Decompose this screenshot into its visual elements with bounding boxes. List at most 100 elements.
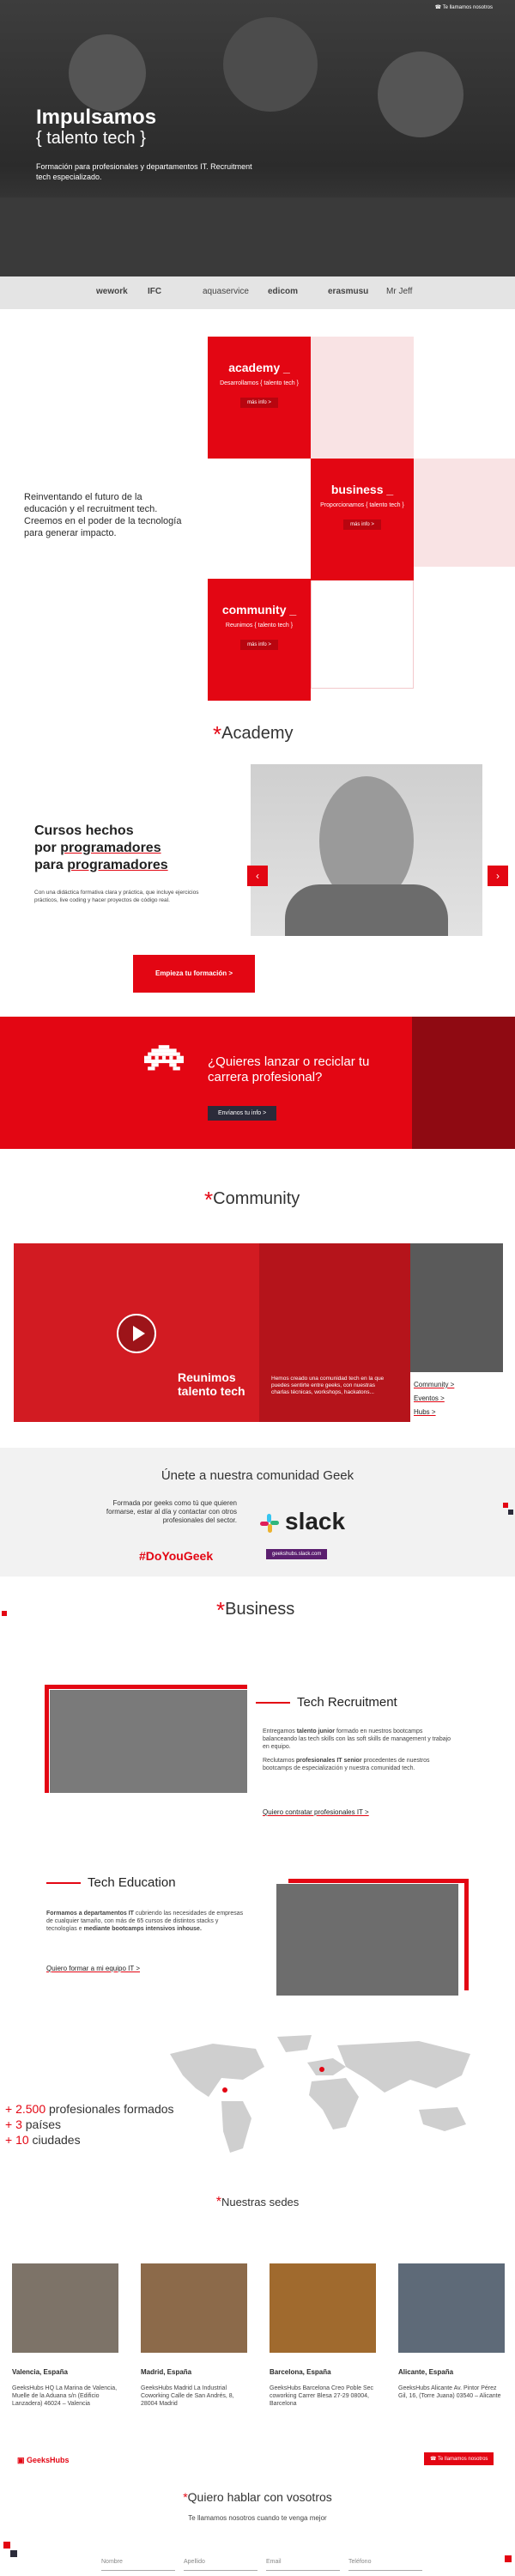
tile-business[interactable]: business _ Proporcionamos { talento tech… [311,459,414,580]
hubs-link[interactable]: Hubs > [414,1408,436,1416]
decor-square [10,2550,17,2557]
office-city: Alicante, España [398,2368,454,2376]
hero-photo-person [223,17,318,112]
tile-academy[interactable]: academy _ Desarrollamos { talento tech }… [208,337,311,459]
academy-heading-label: Academy [221,724,294,743]
client-logo: Mr Jeff [386,287,413,296]
office-card: Madrid, España GeeksHubs Madrid La Indust… [141,2263,247,2408]
office-city: Madrid, España [141,2368,192,2376]
decor-block [412,459,515,567]
community-link[interactable]: Community > [414,1381,454,1388]
client-logo: erasmusu [328,287,369,296]
events-link[interactable]: Eventos > [414,1394,445,1402]
contact-title: *Quiero hablar con vosotros [0,2490,515,2504]
hero-photo-desk [0,197,515,276]
stat-label: países [21,2117,61,2131]
academy-title-line: Cursos hechos [34,823,134,838]
academy-title-emph: programadores [60,841,161,855]
about-section: academy _ Desarrollamos { talento tech }… [0,309,515,704]
decor-square [3,2542,10,2549]
academy-title: Cursos hechos por programadores para pro… [34,823,168,874]
call-us-label: Te llamamos nosotros [442,5,493,10]
decor-block [311,337,414,459]
carousel-next-button[interactable]: › [488,866,508,886]
contact-section: ▣ GeeksHubs ☎ Te llamamos nosotros *Quie… [0,2430,515,2576]
surname-field[interactable]: Apellido [184,2555,258,2571]
stat-number: + 2.500 [5,2102,46,2116]
academy-title-line: para [34,858,68,872]
photo-body [285,884,448,936]
academy-paragraph: Con una didáctica formativa clara y prác… [34,890,199,903]
decor-block [311,567,414,689]
banner-photo [412,1017,515,1149]
asterisk-icon: * [213,721,222,747]
community-text: Hemos creado una comunidad tech en la qu… [271,1376,385,1395]
tile-more-button[interactable]: más info > [240,398,278,408]
offices-heading: *Nuestras sedes [0,2195,515,2210]
office-photo [12,2263,118,2353]
office-address: GeeksHubs HQ La Marina de Valencia, Muel… [12,2385,118,2407]
tile-more-button[interactable]: más info > [343,519,381,530]
start-training-button[interactable]: Empieza tu formación > [133,955,255,993]
business-heading-label: Business [225,1600,295,1619]
logo-text: GeeksHubs [27,2456,70,2464]
call-us-link[interactable]: ☎ Te llamamos nosotros [435,4,493,10]
office-city: Barcelona, España [270,2368,331,2376]
train-team-link[interactable]: Quiero formar a mi equipo IT > [46,1965,140,1972]
tile-title: community _ [221,603,297,617]
space-invader-icon [144,1044,184,1078]
carousel-prev-button[interactable]: ‹ [247,866,268,886]
hero-section: ☎ Te llamamos nosotros Impulsamos { tale… [0,0,515,276]
stat-item: + 10 ciudades [5,2133,81,2147]
office-photo [141,2263,247,2353]
office-card: Valencia, España GeeksHubs HQ La Marina d… [12,2263,118,2408]
send-info-button[interactable]: Envíanos tu info > [208,1106,277,1121]
decor-square [505,2555,512,2562]
name-field[interactable]: Nombre [101,2555,175,2571]
tile-subtitle: Proporcionamos { talento tech } [320,502,404,508]
decor-frame [288,1879,469,1990]
contact-title-label: Quiero hablar con vosotros [187,2490,332,2504]
offices-section: *Nuestras sedes Valencia, España GeeksHub… [0,2164,515,2421]
email-field[interactable]: Email [266,2555,340,2571]
asterisk-icon: * [216,1597,226,1623]
tile-more-button[interactable]: más info > [240,640,278,650]
office-photo [270,2263,376,2353]
stat-label: ciudades [28,2133,81,2147]
geek-community-section: Únete a nuestra comunidad Geek Formada p… [0,1448,515,1577]
recruitment-title: Tech Recruitment [256,1695,397,1710]
call-us-button[interactable]: ☎ Te llamamos nosotros [424,2452,494,2465]
stat-item: + 3 países [5,2117,61,2131]
community-title: Reunimos talento tech [178,1370,245,1398]
education-paragraph: Formamos a departamentos IT cubriendo la… [46,1910,247,1933]
play-icon[interactable] [117,1314,156,1353]
hero-photo-person [378,52,464,137]
client-logo: IFC [148,287,162,296]
tile-community[interactable]: community _ Reunimos { talento tech } má… [208,579,311,701]
office-address: GeeksHubs Madrid La Industrial Coworking… [141,2385,234,2407]
text-strong: mediante bootcamps intensivos inhouse. [83,1926,202,1932]
tile-title: business _ [330,483,394,496]
client-logo: wework [96,287,128,296]
decor-frame [45,1685,247,1793]
phone-field[interactable]: Teléfono [348,2555,422,2571]
text-strong: profesionales IT senior [295,1758,362,1764]
hire-professionals-link[interactable]: Quiero contratar profesionales IT > [263,1808,369,1816]
tile-subtitle: Reunimos { talento tech } [225,623,294,629]
academy-heading: *Academy [213,721,294,748]
geek-paragraph: Formada por geeks como tú que quieren fo… [106,1499,237,1524]
community-heading-label: Community [213,1189,300,1208]
slack-wordmark: slack [285,1508,346,1534]
geekshubs-logo[interactable]: ▣ GeeksHubs [17,2456,70,2465]
hero-description: Formación para profesionales y departame… [36,162,252,181]
stats-section: + 2.500 profesionales formados + 3 paíse… [0,2023,515,2160]
banner-question: ¿Quieres lanzar o reciclar tu carrera pr… [208,1054,370,1084]
office-photo [398,2263,505,2353]
stat-item: + 2.500 profesionales formados [5,2102,174,2116]
decor-square [503,1503,508,1508]
academy-section: *Academy Cursos hechos por programadores… [0,704,515,1013]
office-city: Valencia, España [12,2368,68,2376]
office-card: Barcelona, España GeeksHubs Barcelona Cre… [270,2263,376,2408]
geek-hashtag: #DoYouGeek [139,1549,214,1563]
slack-url-button[interactable]: geekshubs.slack.com [266,1549,328,1559]
